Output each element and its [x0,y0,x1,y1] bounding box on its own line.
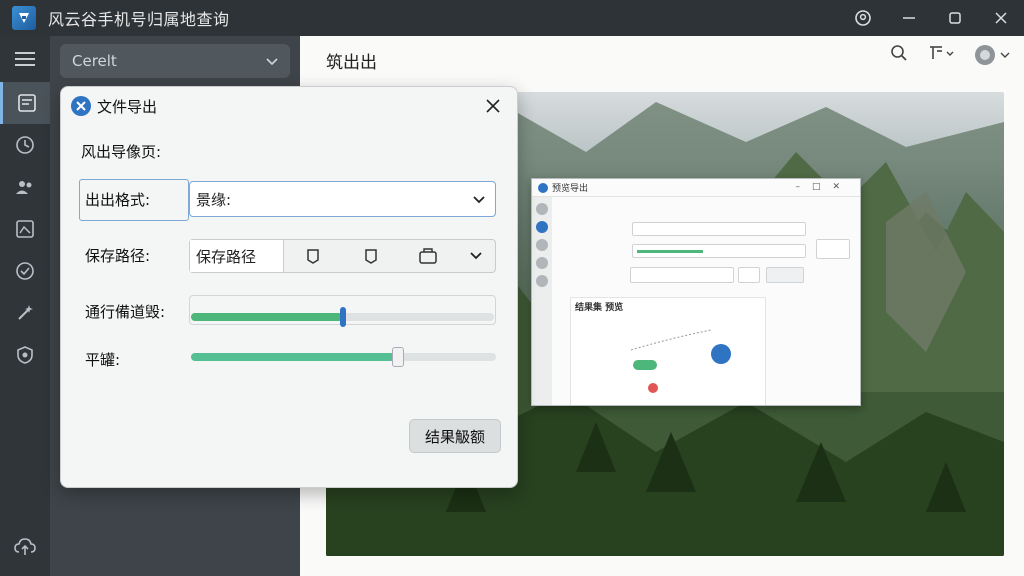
location-pin-icon[interactable] [840,0,886,36]
mini-select-1 [632,222,806,236]
check-circle-icon[interactable] [0,250,50,292]
result-button[interactable]: 结果觙额 [409,419,501,453]
wand-icon[interactable] [0,292,50,334]
dialog-header: 文件导出 [61,87,517,125]
app-title: 风云谷手机号归属地查询 [48,10,230,29]
mini-window-controls: –□✕ [795,182,852,192]
cloud-upload-icon[interactable] [0,526,50,568]
level-label: 平罐: [85,351,121,369]
page-title: 筑出出 [326,53,377,73]
chevron-down-icon [473,190,485,208]
menu-icon[interactable] [0,36,50,82]
folder-icon[interactable] [400,240,458,272]
export-app-icon [71,96,91,116]
preview-thumbnail-window[interactable]: 预览导出 –□✕ 结果集 预览 [531,178,861,406]
users-icon[interactable] [0,166,50,208]
mini-select-2 [632,244,806,258]
format-select-value: 景缘: [196,190,232,209]
level-slider-fill [191,353,399,361]
mini-sidebar [532,197,552,405]
mini-results-panel: 结果集 预览 [570,297,766,405]
clock-icon[interactable] [0,124,50,166]
account-dropdown[interactable]: Cerelt [60,44,290,78]
dialog-title: 文件导出 [97,97,158,116]
document-icon[interactable] [0,82,50,124]
format-select[interactable]: 景缘: [189,181,496,217]
path-field: 保存路径 [189,239,496,273]
mini-input [630,267,734,283]
mini-button [766,267,804,283]
maximize-icon[interactable] [932,0,978,36]
shield-icon[interactable] [0,334,50,376]
format-label: 出出格式: [85,191,151,209]
profile-icon[interactable] [974,44,1010,66]
close-icon[interactable] [978,0,1024,36]
mini-search-button [738,267,760,283]
path-input[interactable]: 保存路径 [190,240,285,272]
minimize-icon[interactable] [886,0,932,36]
image-icon[interactable] [0,208,50,250]
path-label: 保存路径: [85,247,151,265]
section-heading: 风出导像页: [81,143,162,161]
mini-window-title: 预览导出 [552,184,589,194]
app-logo [12,6,36,30]
level-slider-thumb[interactable] [392,347,405,367]
chevron-down-icon[interactable] [457,240,495,272]
quality-label: 通行備道毁: [85,303,166,321]
export-dialog: 文件导出 风出导像页: 出出格式: 景缘: 保存路径: 保存路径 通行備道毁: … [60,86,518,488]
tag-icon[interactable] [342,240,400,272]
bookmark-icon[interactable] [284,240,342,272]
chevron-down-icon [266,52,278,70]
close-icon[interactable] [483,96,503,116]
left-sidebar [0,36,50,576]
level-slider[interactable] [191,347,496,367]
quality-slider[interactable] [191,307,494,327]
quality-slider-thumb[interactable] [339,307,346,327]
account-dropdown-value: Cerelt [72,52,117,70]
title-bar: 风云谷手机号归属地查询 [0,0,1024,36]
search-icon[interactable] [890,44,908,66]
sort-icon[interactable] [928,44,954,66]
mini-dropdown [816,239,850,259]
quality-slider-fill [191,313,343,321]
